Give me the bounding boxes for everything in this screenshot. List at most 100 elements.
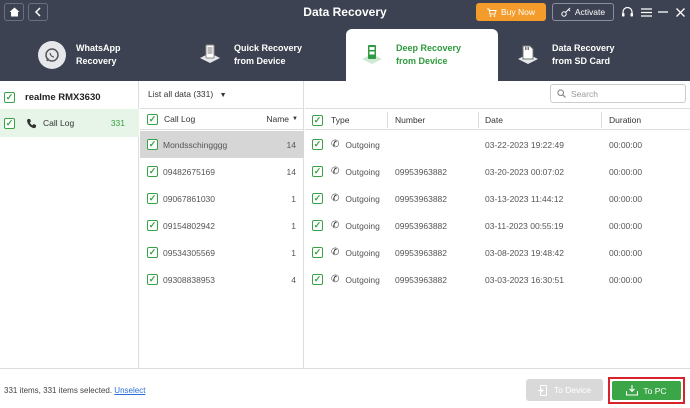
call-date: 03-03-2023 16:30:51 [485,274,564,285]
list-filter-dropdown[interactable]: List all data (331) ▼ [148,89,227,99]
call-type: Outgoing [345,274,380,285]
row-checkbox[interactable]: ✓ [312,193,323,204]
minimize-icon[interactable] [655,4,671,20]
call-number: 09953963882 [395,247,448,258]
tab-whatsapp-recovery[interactable]: WhatsApp Recovery [38,29,178,81]
search-input[interactable]: Search [550,84,686,103]
unselect-link[interactable]: Unselect [114,386,145,395]
tab-line1: Quick Recovery [234,43,303,53]
buy-now-label: Buy Now [500,7,535,17]
device-name: realme RMX3630 [25,92,101,103]
call-number: 09953963882 [395,220,448,231]
column-header-call-log: Call Log [164,114,196,124]
row-checkbox[interactable]: ✓ [147,247,158,258]
sort-arrow-icon: ▼ [292,116,298,122]
search-icon [557,89,566,98]
sidebar-item-call-log[interactable]: ✓ Call Log 331 [0,109,139,137]
contact-count: 1 [291,193,296,204]
contact-count: 1 [291,220,296,231]
call-log-checkbox[interactable]: ✓ [4,117,15,129]
outgoing-call-icon: ✆ [331,193,340,204]
contact-row[interactable]: ✓ 09154802942 1 [140,212,304,239]
phone-icon [27,118,36,128]
call-duration: 00:00:00 [609,193,643,204]
to-pc-label: To PC [643,385,667,396]
contact-name: 09482675169 [163,166,216,177]
outgoing-call-icon: ✆ [331,139,340,150]
column-divider[interactable] [601,112,602,128]
selection-count-text: 331 items, 331 items selected. [4,386,113,395]
activate-button[interactable]: Activate [552,3,614,21]
row-checkbox[interactable]: ✓ [147,193,158,204]
call-row[interactable]: ✓ ✆ Outgoing 09953963882 03-13-2023 11:44… [305,185,690,212]
list-filter-label: List all data (331) [148,89,214,99]
tab-quick-recovery[interactable]: Quick Recovery from Device [196,29,336,81]
call-number: 09953963882 [395,166,448,177]
tab-line2: from Device [234,56,286,66]
row-checkbox[interactable]: ✓ [147,274,158,285]
contact-count: 14 [286,139,296,150]
call-row[interactable]: ✓ ✆ Outgoing 09953963882 03-08-2023 19:48… [305,239,690,266]
contact-name: 09067861030 [163,193,216,204]
column-divider[interactable] [478,112,479,128]
title-bar: Data Recovery Buy Now Activate [0,0,690,25]
row-checkbox[interactable]: ✓ [147,220,158,231]
call-row[interactable]: ✓ ✆ Outgoing 03-22-2023 19:22:49 00:00:00 [305,131,690,158]
tab-line2: from SD Card [552,56,611,66]
sort-by-name[interactable]: Name ▼ [266,114,298,124]
column-header-number[interactable]: Number [395,109,425,131]
call-date: 03-08-2023 19:48:42 [485,247,564,258]
call-duration: 00:00:00 [609,220,643,231]
column-header-duration[interactable]: Duration [609,109,641,131]
row-checkbox[interactable]: ✓ [147,139,158,150]
row-checkbox[interactable]: ✓ [312,166,323,177]
to-device-icon [537,384,547,396]
row-checkbox[interactable]: ✓ [147,166,158,177]
call-row[interactable]: ✓ ✆ Outgoing 09953963882 03-11-2023 00:55… [305,212,690,239]
close-icon[interactable] [672,4,688,20]
select-all-contacts-checkbox[interactable]: ✓ [147,113,158,125]
activate-label: Activate [574,7,606,17]
contact-row[interactable]: ✓ 09482675169 14 [140,158,304,185]
tab-deep-recovery[interactable]: Deep Recovery from Device [346,29,498,81]
contact-row[interactable]: ✓ 09308838953 4 [140,266,304,293]
contact-name: 09308838953 [163,274,216,285]
column-header-date[interactable]: Date [485,109,503,131]
tab-line1: WhatsApp [76,43,121,53]
select-all-calls-checkbox[interactable]: ✓ [312,114,323,126]
column-header-type[interactable]: Type [331,109,349,131]
call-row[interactable]: ✓ ✆ Outgoing 09953963882 03-20-2023 00:07… [305,158,690,185]
contact-row[interactable]: ✓ Mondsschingggg 14 [140,131,304,158]
sd-card-icon [514,41,542,69]
column-divider[interactable] [387,112,388,128]
support-icon[interactable] [619,4,635,20]
buy-now-button[interactable]: Buy Now [476,3,546,21]
to-pc-button[interactable]: To PC [612,381,681,400]
whatsapp-icon [38,41,66,69]
call-row[interactable]: ✓ ✆ Outgoing 09953963882 03-03-2023 16:30… [305,266,690,293]
device-row[interactable]: ✓ realme RMX3630 [0,85,139,111]
deep-scan-icon [358,41,386,69]
to-device-button[interactable]: To Device [526,379,603,401]
row-checkbox[interactable]: ✓ [312,247,323,258]
row-checkbox[interactable]: ✓ [312,139,323,150]
device-checkbox[interactable]: ✓ [4,92,15,103]
tab-sd-card-recovery[interactable]: Data Recovery from SD Card [514,29,664,81]
device-icon [196,41,224,69]
contact-row[interactable]: ✓ 09534305569 1 [140,239,304,266]
contact-name: 09154802942 [163,220,216,231]
call-table-header: ✓ Type Number Date Duration [305,108,690,130]
contact-list-header: ✓ Call Log Name ▼ [140,108,304,130]
row-checkbox[interactable]: ✓ [312,220,323,231]
call-duration: 00:00:00 [609,166,643,177]
select-all-calls-checkbox-cell[interactable]: ✓ [312,109,323,131]
outgoing-call-icon: ✆ [331,274,340,285]
contact-row[interactable]: ✓ 09067861030 1 [140,185,304,212]
selection-status: 331 items, 331 items selected. Unselect [4,386,145,395]
call-number: 09953963882 [395,274,448,285]
download-to-pc-icon [626,385,639,396]
cart-icon [486,8,497,17]
row-checkbox[interactable]: ✓ [312,274,323,285]
menu-icon[interactable] [638,4,654,20]
call-type: Outgoing [345,139,380,150]
